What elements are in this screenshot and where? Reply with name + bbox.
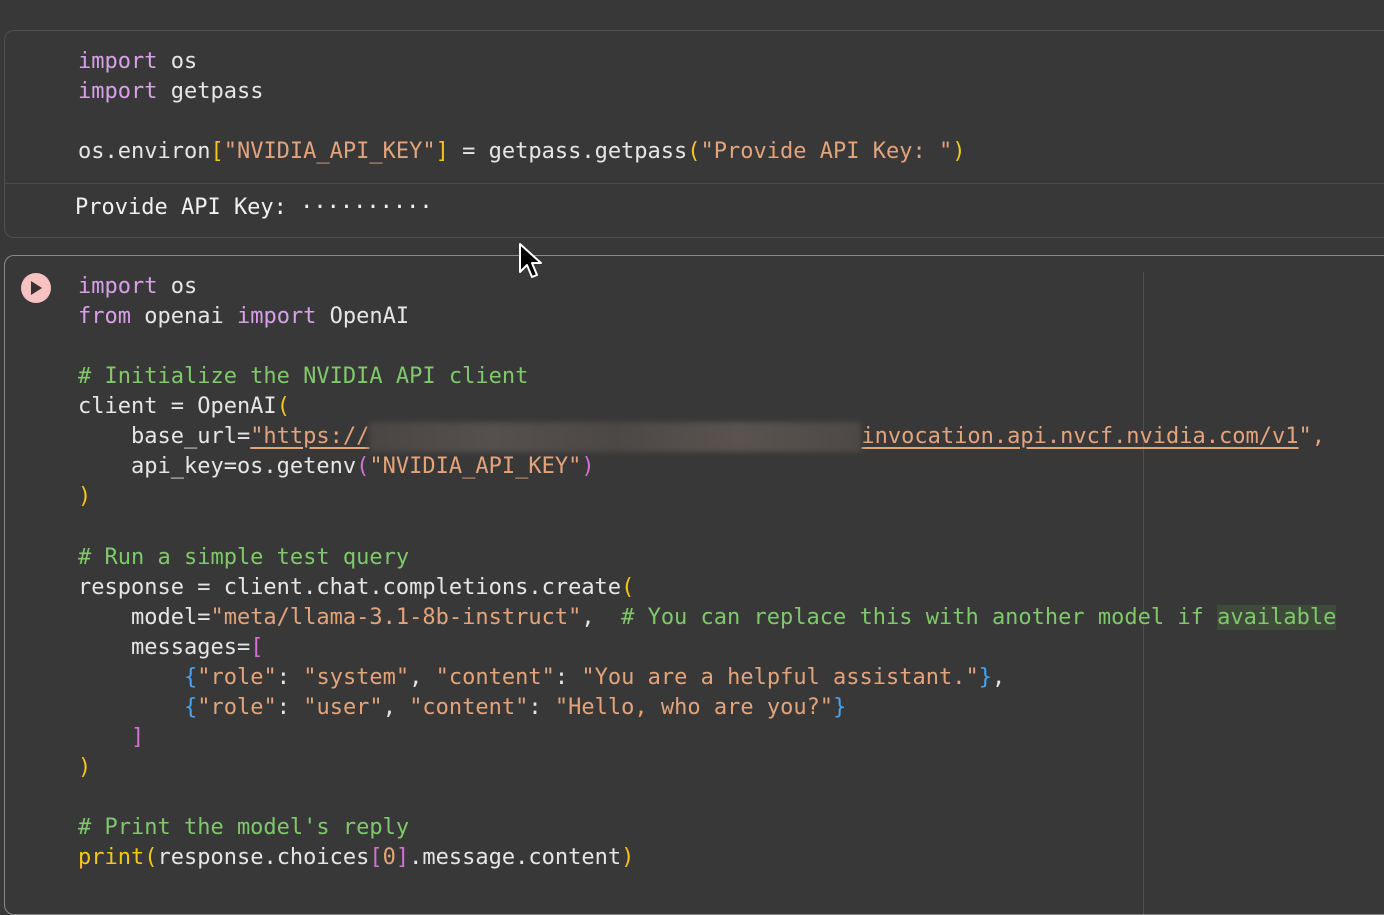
code-line: {"role": "system", "content": "You are a…	[78, 663, 1005, 693]
code-line: base_url="https:// invocation.api.nvcf.nv…	[78, 422, 1325, 452]
keyword: from	[78, 304, 131, 329]
code-text: :	[528, 695, 555, 720]
keyword: import	[78, 79, 158, 104]
code-line: import getpass	[78, 77, 263, 107]
code-line: import os	[78, 272, 197, 302]
bracket: }	[978, 665, 992, 690]
code-line: response = client.chat.completions.creat…	[78, 573, 634, 603]
code-text: = getpass.getpass	[448, 139, 688, 164]
code-text: .message.content	[409, 845, 622, 870]
string: "content"	[435, 665, 555, 690]
code-line: import os	[78, 47, 197, 77]
string: "NVIDIA_API_KEY"	[223, 139, 436, 164]
string: "system"	[303, 665, 410, 690]
code-text: ,	[409, 665, 436, 690]
string: ",	[1298, 424, 1326, 449]
string: "user"	[303, 695, 383, 720]
keyword: import	[78, 274, 158, 299]
bracket: {	[183, 695, 198, 720]
bracket: )	[78, 484, 92, 509]
code-cell-1[interactable]: import os import getpass os.environ["NVI…	[4, 30, 1384, 238]
line-length-ruler	[1143, 272, 1144, 914]
code-line: {"role": "user", "content": "Hello, who …	[78, 693, 846, 723]
cell-output: Provide API Key: ··········	[75, 195, 433, 220]
play-icon	[31, 281, 42, 295]
code-text: base_url=	[78, 424, 251, 449]
code-comment: # Print the model's reply	[78, 815, 410, 840]
keyword: import	[78, 49, 158, 74]
code-text: api_key=os.getenv	[78, 454, 357, 479]
bracket: ]	[435, 139, 449, 164]
code-text: :	[276, 695, 304, 720]
code-text: ,	[382, 695, 410, 720]
string: "You are a helpful assistant."	[581, 665, 979, 690]
code-text: ,	[992, 665, 1006, 690]
string: "NVIDIA_API_KEY"	[369, 454, 582, 479]
run-cell-button[interactable]	[21, 273, 51, 303]
string: "content"	[409, 695, 529, 720]
code-line: print(response.choices[0].message.conten…	[78, 843, 634, 873]
code-comment: # Initialize the NVIDIA API client	[78, 364, 529, 389]
code-line: messages=[	[78, 633, 263, 663]
code-text: openai	[130, 304, 237, 329]
string: "Hello, who are you?"	[554, 695, 834, 720]
output-divider	[5, 183, 1384, 184]
string: "role"	[197, 665, 277, 690]
code-text: client = OpenAI	[78, 394, 277, 419]
mouse-cursor-icon	[519, 243, 542, 278]
code-text: messages=	[78, 635, 251, 660]
code-text: OpenAI	[316, 304, 410, 329]
code-line: ]	[78, 723, 144, 753]
code-line: model="meta/llama-3.1-8b-instruct", # Yo…	[78, 603, 1337, 633]
bracket: [	[369, 845, 383, 870]
bracket: {	[183, 665, 198, 690]
code-comment: # You can replace this with another mode…	[621, 605, 1218, 630]
code-text: os	[157, 49, 198, 74]
code-text: response.choices	[157, 845, 370, 870]
bracket: [	[210, 139, 224, 164]
code-comment: # Run a simple test query	[78, 545, 410, 570]
code-text: :	[276, 665, 304, 690]
builtin-function: print	[78, 845, 145, 870]
bracket: (	[276, 394, 290, 419]
bracket: }	[833, 695, 847, 720]
code-line: client = OpenAI(	[78, 392, 290, 422]
bracket: [	[250, 635, 264, 660]
redacted-region	[369, 422, 862, 452]
keyword: import	[236, 304, 317, 329]
url-link[interactable]: invocation.api.nvcf.nvidia.com/v1	[861, 424, 1298, 449]
code-line: os.environ["NVIDIA_API_KEY"] = getpass.g…	[78, 137, 965, 167]
string: "Provide API Key: "	[700, 139, 953, 164]
code-text: model=	[78, 605, 211, 630]
code-text: ,	[581, 605, 622, 630]
url-link[interactable]: "https://	[250, 424, 369, 449]
string: "role"	[197, 695, 277, 720]
number: 0	[382, 845, 396, 870]
bracket: (	[144, 845, 158, 870]
bracket: )	[78, 755, 92, 780]
bracket: ]	[395, 845, 410, 870]
code-line: api_key=os.getenv("NVIDIA_API_KEY")	[78, 452, 595, 482]
bracket: (	[356, 454, 370, 479]
code-text: :	[554, 665, 582, 690]
bracket: ]	[130, 725, 145, 750]
code-cell-2[interactable]: import os from openai import OpenAI # In…	[4, 255, 1384, 915]
bracket: )	[952, 139, 966, 164]
code-line: from openai import OpenAI	[78, 302, 409, 332]
bracket: )	[581, 454, 595, 479]
string: "meta/llama-3.1-8b-instruct"	[210, 605, 582, 630]
bracket: (	[621, 575, 635, 600]
bracket: )	[621, 845, 635, 870]
bracket: (	[687, 139, 701, 164]
code-text: getpass	[157, 79, 264, 104]
code-text: os	[157, 274, 198, 299]
code-text: os.environ	[78, 139, 211, 164]
highlighted-word: available	[1217, 605, 1337, 630]
code-text: response = client.chat.completions.creat…	[78, 575, 622, 600]
